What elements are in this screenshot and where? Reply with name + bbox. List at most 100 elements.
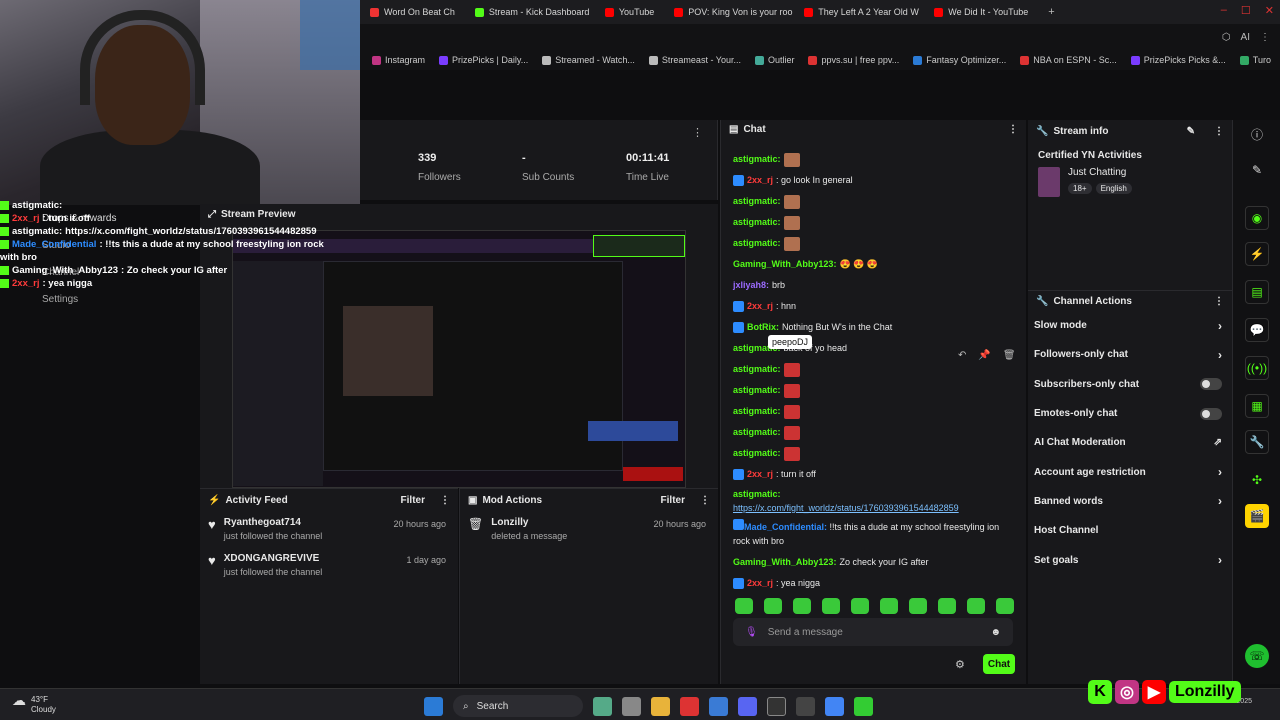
emote-shortcut-icon[interactable] [909,598,927,614]
stream-info-menu-icon[interactable]: ⋮ [1214,126,1224,137]
emote-shortcut-icon[interactable] [822,598,840,614]
mod-menu-icon[interactable]: ⋮ [700,495,710,506]
reply-icon[interactable]: ↶ [958,350,966,361]
task-view-icon[interactable] [622,696,641,716]
browser-tab[interactable]: We Did It - YouTube [924,0,1038,24]
obs-icon[interactable] [767,696,786,716]
emote-shortcut-icon[interactable] [851,598,869,614]
activity-user[interactable]: XDONGANGREVIVE [224,553,323,564]
ai-label[interactable]: AI [1241,32,1250,43]
bookmark-item[interactable]: Outlier [754,55,794,65]
channel-action-item[interactable]: Followers-only chat › [1028,340,1232,369]
toggle-switch[interactable] [1200,407,1222,420]
activity-menu-icon[interactable]: ⋮ [440,495,450,506]
toggle-switch[interactable] [1200,378,1222,391]
chat-username[interactable]: Gaming_With_Abby123: [733,552,836,573]
bookmark-item[interactable]: PrizePicks Picks &... [1130,55,1226,65]
channel-actions-menu-icon[interactable]: ⋮ [1214,296,1224,307]
close-icon[interactable]: ✕ [1265,4,1274,17]
support-icon[interactable]: ☏ [1245,644,1269,668]
lightning-icon[interactable]: ⚡ [1245,242,1269,266]
bookmark-item[interactable]: PrizePicks | Daily... [439,55,528,65]
clipboard-icon[interactable]: ▤ [1245,280,1269,304]
emote-shortcut-icon[interactable] [967,598,985,614]
camera-icon[interactable]: ◉ [1245,206,1269,230]
extensions-icon[interactable]: ⬡ [1222,32,1231,43]
channel-action-item[interactable]: Emotes-only chat [1028,399,1232,428]
emote-shortcut-icon[interactable] [793,598,811,614]
emote-shortcut-icon[interactable] [735,598,753,614]
chat-send-button[interactable]: Chat [983,654,1015,674]
browser-tab[interactable]: POV: King Von is your roo [664,0,794,24]
chat-username[interactable]: astigmatic: [733,191,781,212]
chat-username[interactable]: 2xx_rj [747,573,773,594]
chevron-right-icon[interactable]: › [1218,494,1222,508]
emote-shortcut-icon[interactable] [880,598,898,614]
layout-icon[interactable]: ▦ [1245,394,1269,418]
chat-username[interactable]: 2xx_rj [747,170,773,191]
chevron-right-icon[interactable]: › [1218,553,1222,567]
edit-icon[interactable]: ✎ [1187,126,1195,137]
chat-username[interactable]: astigmatic: [733,233,781,254]
browser-tab[interactable]: Word On Beat Ch [360,0,465,24]
new-tab-button[interactable]: + [1038,6,1064,18]
chat-username[interactable]: astigmatic: [733,422,781,443]
chat-username[interactable]: astigmatic: [733,359,781,380]
tools-icon[interactable]: 🔧 [1245,430,1269,454]
widgets-icon[interactable] [593,696,612,716]
chat-input[interactable]: 🎙 Send a message ☻ [733,618,1013,646]
mic-icon[interactable]: 🎙 [745,627,758,638]
bookmark-item[interactable]: Streameast - Your... [648,55,741,65]
bookmark-item[interactable]: Instagram [372,55,425,65]
browser-tab[interactable]: They Left A 2 Year Old W [794,0,924,24]
pin-icon[interactable]: 📌 [978,350,990,361]
clapper-icon[interactable]: 🎬 [1245,504,1269,528]
capcut-icon[interactable] [796,696,815,716]
chat-username[interactable]: Gaming_With_Abby123: [733,254,836,275]
mod-filter-button[interactable]: Filter [661,495,685,506]
chat-link[interactable]: https://x.com/fight_worldz/status/176039… [733,501,1015,515]
pencil-icon[interactable]: ✎ [1245,158,1269,182]
chat-username[interactable]: 2xx_rj [747,464,773,485]
chevron-right-icon[interactable]: › [1218,319,1222,333]
chat-settings-icon[interactable]: ⚙ [955,658,965,671]
file-explorer-icon[interactable] [651,696,670,716]
chat-menu-icon[interactable]: ⋮ [1008,124,1018,135]
mod-user[interactable]: Lonzilly [491,517,567,528]
browser-tab[interactable]: Stream - Kick Dashboard [465,0,595,24]
minimize-icon[interactable]: – [1221,4,1227,17]
channel-action-item[interactable]: AI Chat Moderation ⇗ [1028,428,1232,457]
discord-icon[interactable] [738,696,757,716]
emoji-icon[interactable]: ☻ [990,627,1001,638]
chat-username[interactable]: Made_Confidential: [744,522,827,532]
app-icon[interactable] [854,696,873,716]
bookmark-item[interactable]: Streamed - Watch... [542,55,635,65]
bookmark-item[interactable]: Turo [1239,55,1271,65]
info-icon[interactable]: ⓘ [1245,122,1269,146]
activity-user[interactable]: Ryanthegoat714 [224,517,323,528]
chat-username[interactable]: astigmatic: [733,487,1015,501]
chat-username[interactable]: astigmatic: [733,149,781,170]
chat-username[interactable]: astigmatic: [733,443,781,464]
copilot-icon[interactable] [709,696,728,716]
channel-action-item[interactable]: Set goals › [1028,545,1232,574]
bookmark-item[interactable]: ppvs.su | free ppv... [808,55,899,65]
chat-username[interactable]: astigmatic: [733,212,781,233]
channel-action-item[interactable]: Account age restriction › [1028,457,1232,486]
menu-icon[interactable]: ⋮ [1260,32,1270,43]
weather-widget[interactable]: ☁ 43°F Cloudy [12,693,56,715]
chat-bubble-icon[interactable]: 💬 [1245,318,1269,342]
channel-action-item[interactable]: Banned words › [1028,487,1232,516]
taskbar-search[interactable]: ⌕ Search [453,695,583,717]
opera-icon[interactable] [680,696,699,716]
emote-shortcut-icon[interactable] [938,598,956,614]
stats-menu-icon[interactable]: ⋮ [692,126,703,139]
browser-tab[interactable]: YouTube [595,0,664,24]
activity-filter-button[interactable]: Filter [401,495,425,506]
maximize-icon[interactable]: ☐ [1241,4,1251,17]
bookmark-item[interactable]: Fantasy Optimizer... [913,55,1006,65]
puzzle-icon[interactable]: ✣ [1245,468,1269,492]
channel-action-item[interactable]: Subscribers-only chat [1028,370,1232,399]
external-link-icon[interactable]: ⇗ [1214,437,1222,448]
emote-shortcut-icon[interactable] [996,598,1014,614]
